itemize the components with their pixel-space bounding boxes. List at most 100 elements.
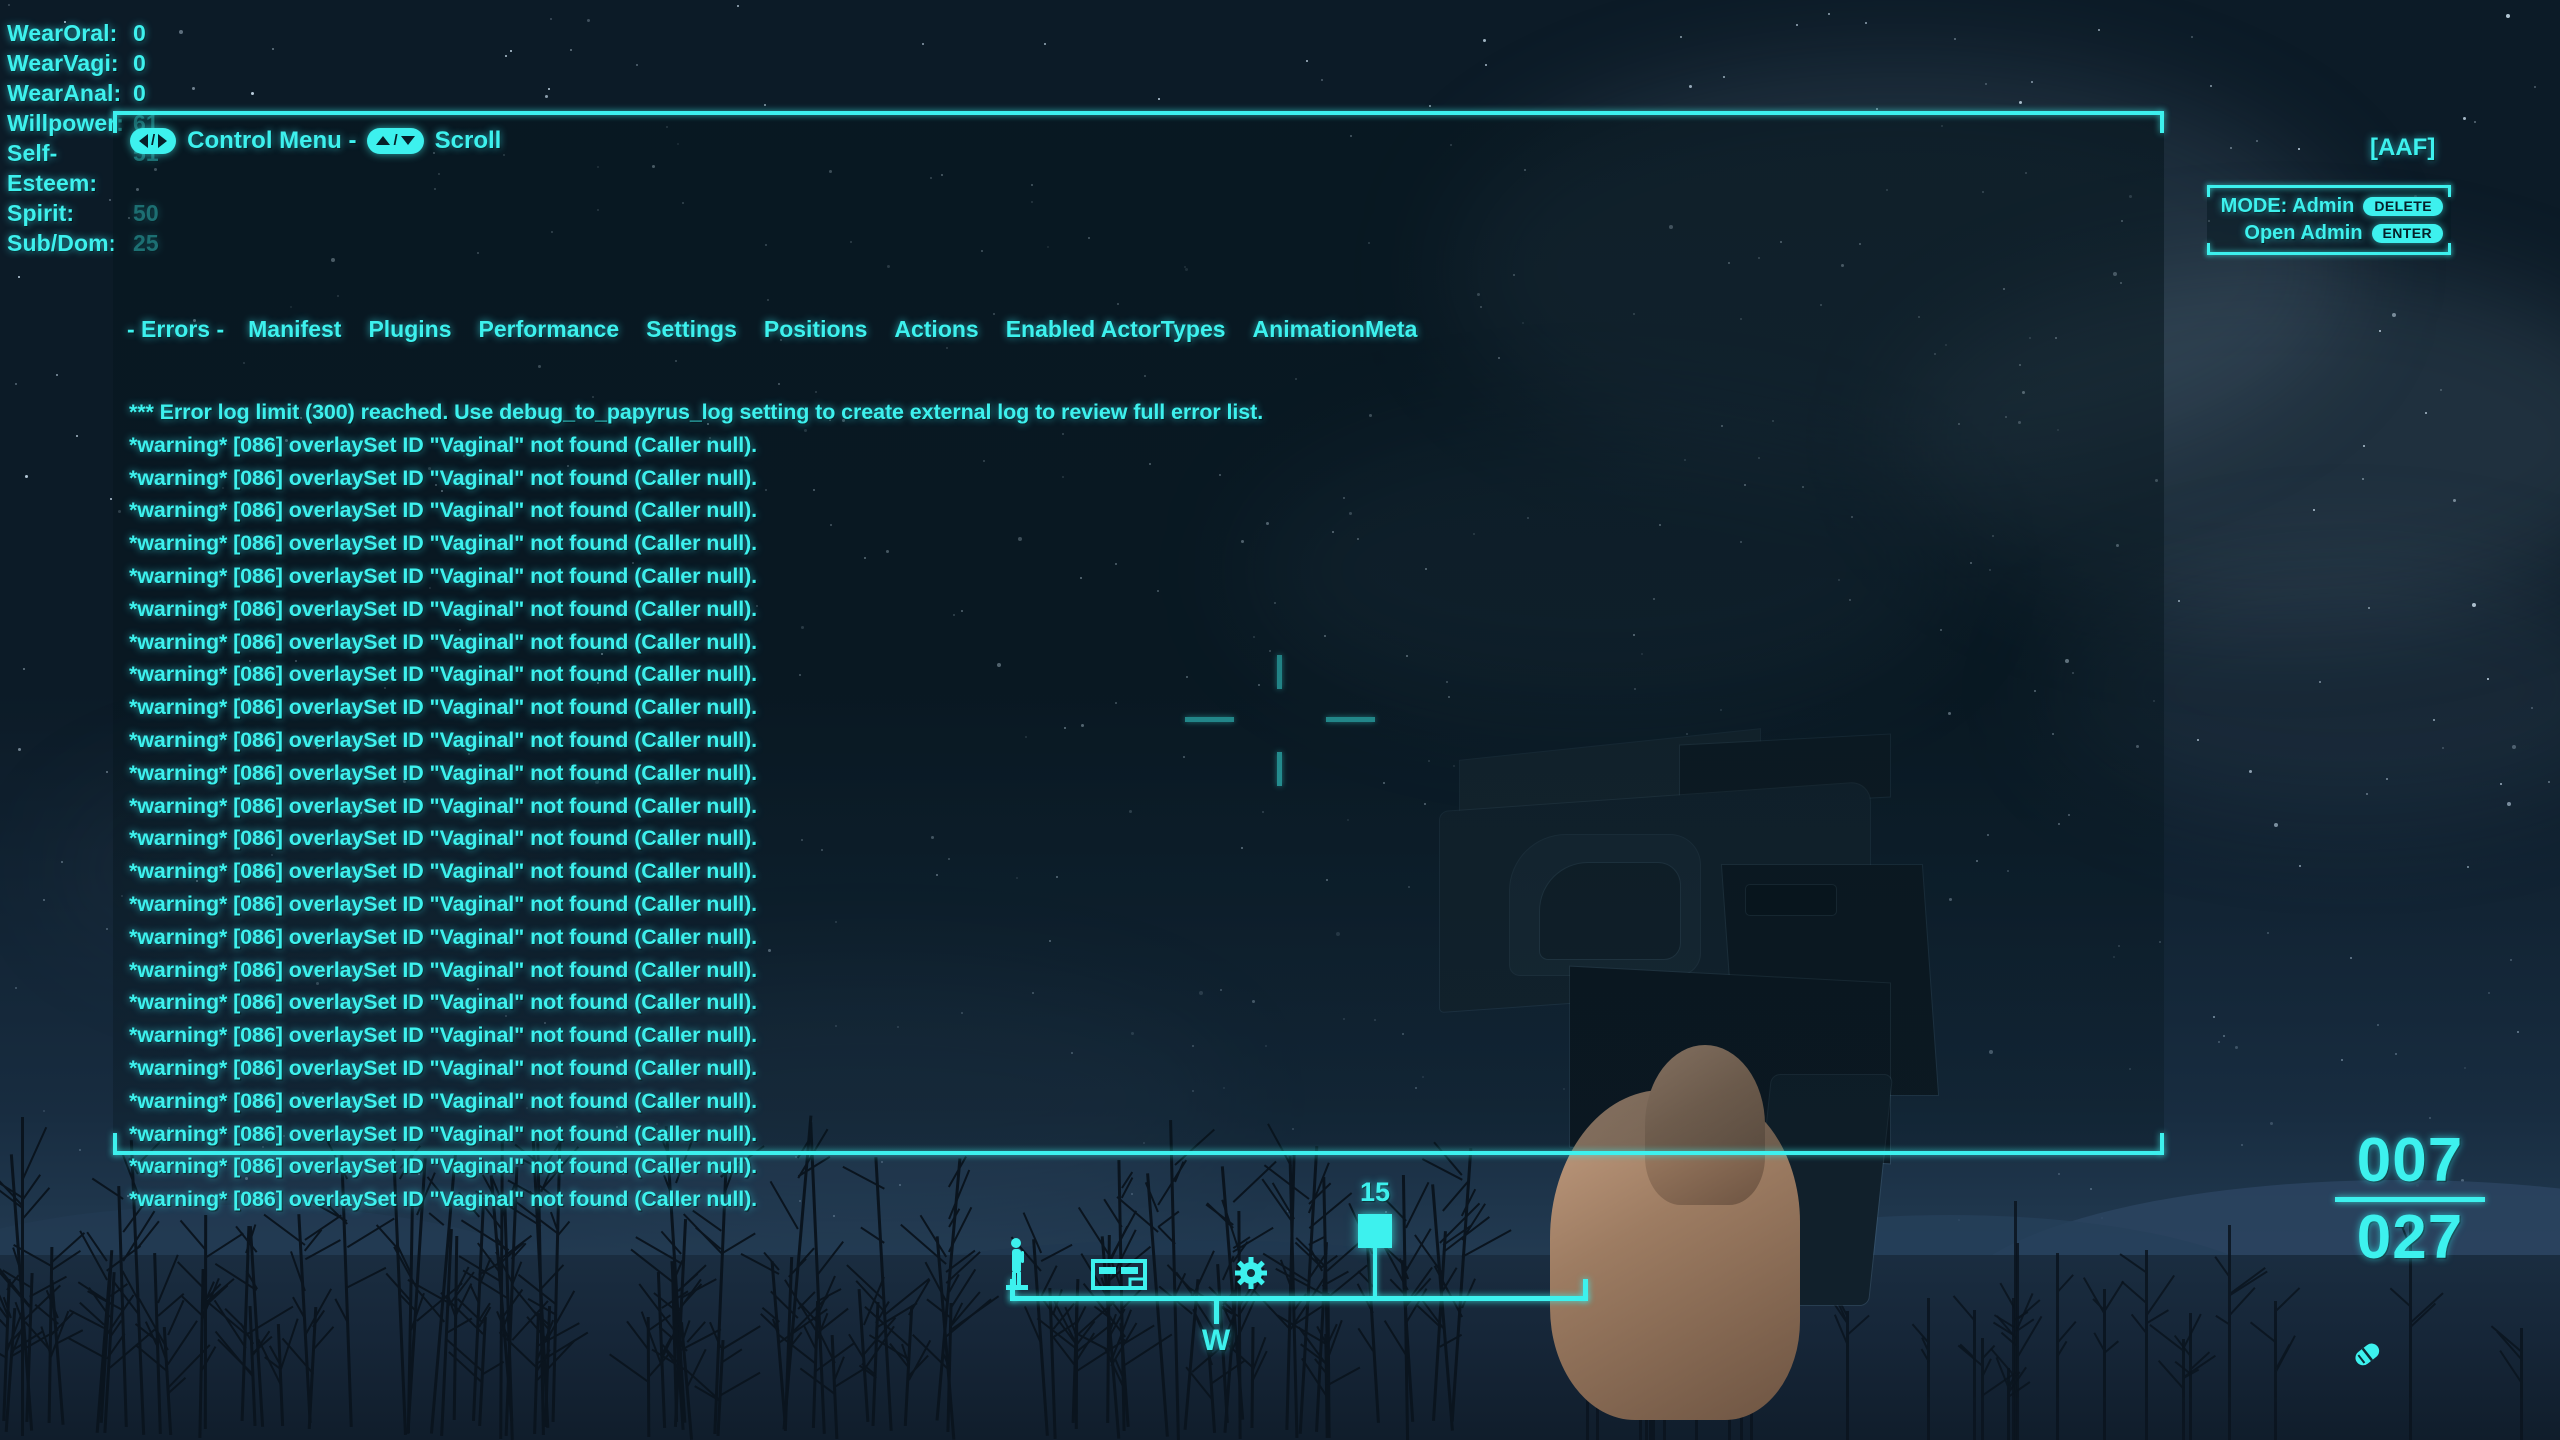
log-warning-line: *warning* [086] overlaySet ID "Vaginal" … — [129, 1154, 758, 1179]
stimpak-icon — [2347, 1334, 2387, 1379]
log-warning-line: *warning* [086] overlaySet ID "Vaginal" … — [129, 990, 758, 1015]
dead-tree — [651, 1320, 707, 1440]
admin-box-corner-bl — [2207, 243, 2210, 255]
ammo-divider — [2335, 1197, 2485, 1202]
log-warning-line: *warning* [086] overlaySet ID "Vaginal" … — [129, 531, 758, 556]
stat-row: WearOral: 0 — [7, 18, 237, 48]
dead-tree — [34, 1280, 84, 1425]
admin-box-corner-br — [2448, 243, 2451, 255]
dead-tree — [682, 1322, 761, 1436]
aaf-tag-label: [AAF] — [2370, 134, 2436, 161]
dead-tree — [2491, 1324, 2524, 1440]
compass-direction-tick — [1214, 1298, 1219, 1324]
stat-row: WearAnal: 0 — [7, 78, 237, 108]
scroll-label: Scroll — [434, 127, 502, 154]
person-icon — [1004, 1237, 1034, 1298]
stat-value: 0 — [133, 50, 146, 76]
dead-tree — [134, 1298, 211, 1436]
control-menu-label: Control Menu - — [187, 127, 357, 154]
terrain — [0, 1255, 2560, 1440]
log-warning-line: *warning* [086] overlaySet ID "Vaginal" … — [129, 1055, 758, 1080]
gear-icon — [1235, 1257, 1267, 1294]
log-warning-line: *warning* [086] overlaySet ID "Vaginal" … — [129, 1121, 758, 1146]
log-warning-line: *warning* [086] overlaySet ID "Vaginal" … — [129, 793, 758, 818]
stat-label: WearOral: — [7, 20, 118, 46]
dead-tree — [858, 1301, 918, 1426]
admin-mode-label: MODE: Admin — [2220, 195, 2355, 217]
tab-actions[interactable]: Actions — [894, 316, 1005, 343]
dead-tree — [0, 1260, 67, 1422]
log-warning-line: *warning* [086] overlaySet ID "Vaginal" … — [129, 662, 758, 687]
dead-tree — [282, 1306, 335, 1430]
log-warning-line: *warning* [086] overlaySet ID "Vaginal" … — [129, 957, 758, 982]
tab-manifest[interactable]: Manifest — [248, 316, 368, 343]
dead-tree — [1036, 1297, 1116, 1430]
dead-tree — [1218, 1326, 1269, 1429]
delete-key-icon[interactable]: DELETE — [2363, 197, 2443, 216]
compass-end-right — [1583, 1279, 1588, 1301]
tab-bar: - Errors - Manifest Plugins Performance Sett… — [127, 316, 1444, 343]
panel-corner-bottom-left — [113, 1133, 117, 1155]
log-warning-line: *warning* [086] overlaySet ID "Vaginal" … — [129, 465, 758, 490]
admin-mode-row: MODE: Admin DELETE — [2221, 195, 2443, 218]
log-warning-line: *warning* [086] overlaySet ID "Vaginal" … — [129, 563, 758, 588]
compass-line — [1010, 1296, 1588, 1301]
admin-box-border-top — [2207, 185, 2451, 188]
dead-tree — [740, 1251, 828, 1422]
dead-tree — [1993, 1200, 2034, 1440]
tab-animationmeta[interactable]: AnimationMeta — [1253, 316, 1445, 343]
log-warning-line: *warning* [086] overlaySet ID "Vaginal" … — [129, 826, 758, 851]
compass-direction-label: W — [1201, 1324, 1231, 1357]
aaf-debug-panel: / Control Menu - / Scroll - Errors - Mani… — [113, 111, 2164, 1211]
dead-tree — [2214, 1225, 2268, 1440]
panel-corner-top-right — [2160, 111, 2164, 133]
dead-tree — [1294, 1241, 1368, 1432]
enter-key-icon[interactable]: ENTER — [2371, 224, 2443, 243]
dead-tree — [214, 1225, 265, 1428]
ammo-counter: 007 027 — [2335, 1126, 2485, 1272]
up-down-arrow-keys-icon[interactable]: / — [367, 128, 424, 154]
dead-tree — [2249, 1287, 2301, 1440]
log-warning-line: *warning* [086] overlaySet ID "Vaginal" … — [129, 629, 758, 654]
left-right-arrow-keys-icon[interactable]: / — [130, 128, 177, 154]
log-warning-line: *warning* [086] overlaySet ID "Vaginal" … — [129, 924, 758, 949]
stat-value: 0 — [133, 80, 146, 106]
ammo-reserve: 027 — [2356, 1203, 2464, 1272]
tab-enabledactortypes[interactable]: Enabled ActorTypes — [1006, 316, 1253, 343]
log-warning-line: *warning* [086] overlaySet ID "Vaginal" … — [129, 1187, 758, 1212]
log-warning-line: *warning* [086] overlaySet ID "Vaginal" … — [129, 695, 758, 720]
tab-settings[interactable]: Settings — [646, 316, 764, 343]
dead-tree — [847, 1276, 896, 1423]
error-log-list: *** Error log limit (300) reached. Use d… — [129, 396, 2150, 1216]
panel-border-top — [113, 111, 2164, 115]
stat-label: WearAnal: — [7, 80, 122, 106]
open-admin-row[interactable]: Open Admin ENTER — [2244, 222, 2443, 245]
dead-tree — [2119, 1250, 2176, 1440]
tab-performance[interactable]: Performance — [479, 316, 647, 343]
dead-tree — [263, 1213, 343, 1423]
dead-tree — [2149, 1313, 2217, 1440]
ammo-current: 007 — [2356, 1126, 2464, 1195]
log-warning-line: *warning* [086] overlaySet ID "Vaginal" … — [129, 1088, 758, 1113]
tab-plugins[interactable]: Plugins — [368, 316, 478, 343]
log-warning-line: *warning* [086] overlaySet ID "Vaginal" … — [129, 498, 758, 523]
dead-tree — [1995, 1357, 2031, 1440]
admin-box-border-bottom — [2207, 252, 2451, 255]
log-warning-line: *warning* [086] overlaySet ID "Vaginal" … — [129, 432, 758, 457]
dead-tree — [13, 1231, 86, 1423]
tab-positions[interactable]: Positions — [764, 316, 895, 343]
aaf-admin-box: MODE: Admin DELETE Open Admin ENTER — [2207, 185, 2451, 255]
log-warning-line: *warning* [086] overlaySet ID "Vaginal" … — [129, 727, 758, 752]
log-warning-line: *warning* [086] overlaySet ID "Vaginal" … — [129, 891, 758, 916]
dead-tree — [79, 1230, 142, 1424]
compass: W 15 — [1006, 1177, 1588, 1357]
quest-marker-distance: 15 — [1359, 1177, 1391, 1207]
dead-tree — [1011, 1212, 1074, 1437]
dead-tree — [1300, 1292, 1343, 1429]
admin-box-corner-tr — [2448, 185, 2451, 197]
dead-tree — [2, 1297, 59, 1433]
stat-value: 0 — [133, 20, 146, 46]
tab-errors[interactable]: - Errors - — [127, 316, 248, 343]
dead-tree — [205, 1224, 294, 1422]
dead-tree — [800, 1332, 868, 1439]
